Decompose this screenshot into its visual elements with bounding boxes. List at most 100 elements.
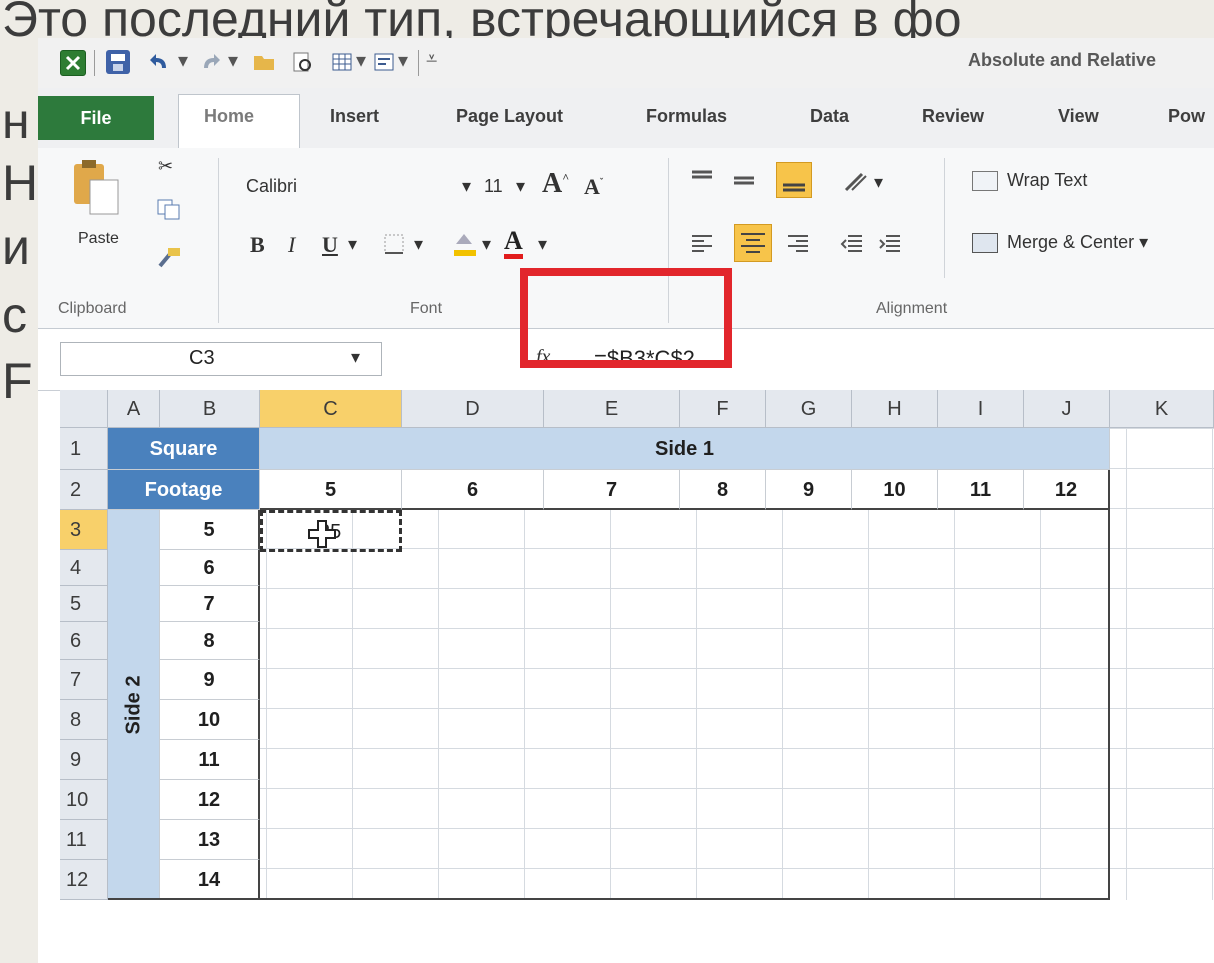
left-value-cell[interactable]: 12 — [160, 780, 260, 820]
left-value-cell[interactable]: 14 — [160, 860, 260, 900]
column-header-j[interactable]: J — [1024, 390, 1110, 428]
row-header-11[interactable]: 11 — [60, 820, 108, 860]
table-icon[interactable] — [330, 50, 354, 74]
paste-button[interactable]: Paste — [68, 158, 128, 258]
top-value-cell[interactable]: 8 — [680, 470, 766, 510]
column-header-h[interactable]: H — [852, 390, 938, 428]
left-value-cell[interactable]: 7 — [160, 586, 260, 622]
redo-dropdown-icon[interactable]: ▾ — [228, 48, 238, 73]
column-header-e[interactable]: E — [544, 390, 680, 428]
bold-button[interactable]: B — [250, 232, 265, 258]
format-painter-icon[interactable] — [156, 246, 182, 275]
fill-color-dropdown-icon[interactable]: ▾ — [482, 234, 491, 255]
font-color-icon[interactable]: A — [504, 228, 523, 259]
top-value-cell[interactable]: 5 — [260, 470, 402, 510]
align-top-icon[interactable] — [688, 168, 716, 197]
print-preview-icon[interactable] — [290, 50, 314, 74]
row-header-1[interactable]: 1 — [60, 428, 108, 470]
column-header-b[interactable]: B — [160, 390, 260, 428]
table-dropdown-icon[interactable]: ▾ — [356, 48, 366, 73]
fill-color-icon[interactable] — [450, 230, 480, 263]
shrink-font-icon[interactable]: Aˇ — [584, 174, 603, 200]
column-header-i[interactable]: I — [938, 390, 1024, 428]
column-header-k[interactable]: K — [1110, 390, 1214, 428]
orientation-icon[interactable] — [842, 170, 874, 199]
font-size-dropdown-icon[interactable]: ▾ — [462, 176, 471, 197]
open-folder-icon[interactable] — [252, 50, 276, 74]
merge-dropdown-icon[interactable]: ▾ — [1139, 232, 1148, 252]
tab-formulas[interactable]: Formulas — [646, 106, 727, 127]
tab-data[interactable]: Data — [810, 106, 849, 127]
footage-label-cell[interactable]: Footage — [108, 470, 260, 510]
left-value-cell[interactable]: 6 — [160, 550, 260, 586]
row-header-8[interactable]: 8 — [60, 700, 108, 740]
tab-file[interactable]: File — [38, 96, 154, 140]
merge-center-button[interactable]: Merge & Center ▾ — [972, 232, 1148, 254]
align-left-icon[interactable] — [688, 230, 716, 263]
column-header-d[interactable]: D — [402, 390, 544, 428]
increase-indent-icon[interactable] — [876, 230, 904, 263]
redo-icon[interactable] — [198, 50, 222, 74]
save-icon[interactable] — [106, 50, 130, 74]
cut-icon[interactable]: ✂ — [158, 156, 173, 177]
row-header-9[interactable]: 9 — [60, 740, 108, 780]
underline-dropdown-icon[interactable]: ▾ — [348, 234, 357, 255]
left-value-cell[interactable]: 5 — [160, 510, 260, 550]
form-dropdown-icon[interactable]: ▾ — [398, 48, 408, 73]
column-header-a[interactable]: A — [108, 390, 160, 428]
left-value-cell[interactable]: 8 — [160, 622, 260, 660]
left-value-cell[interactable]: 11 — [160, 740, 260, 780]
underline-button[interactable]: U — [322, 232, 338, 258]
top-value-cell[interactable]: 12 — [1024, 470, 1110, 510]
side1-header-cell[interactable]: Side 1 — [260, 428, 1110, 470]
font-size-select[interactable]: 11 — [484, 176, 503, 197]
wrap-text-button[interactable]: Wrap Text — [972, 170, 1087, 192]
column-header-f[interactable]: F — [680, 390, 766, 428]
copy-icon[interactable] — [156, 198, 182, 225]
tab-page-layout[interactable]: Page Layout — [456, 106, 563, 127]
name-box[interactable]: C3 ▾ — [60, 342, 382, 376]
undo-dropdown-icon[interactable]: ▾ — [178, 48, 188, 73]
top-value-cell[interactable]: 11 — [938, 470, 1024, 510]
select-all-corner[interactable] — [60, 390, 108, 428]
decrease-indent-icon[interactable] — [838, 230, 866, 263]
name-box-dropdown-icon[interactable]: ▾ — [351, 347, 360, 368]
row-header-6[interactable]: 6 — [60, 622, 108, 660]
align-right-icon[interactable] — [784, 230, 812, 263]
tab-insert[interactable]: Insert — [330, 106, 379, 127]
column-header-c[interactable]: C — [260, 390, 402, 428]
grow-font-icon[interactable]: A^ — [542, 168, 569, 200]
square-label-cell[interactable]: Square — [108, 428, 260, 470]
top-value-cell[interactable]: 10 — [852, 470, 938, 510]
row-header-3[interactable]: 3 — [60, 510, 108, 550]
left-value-cell[interactable]: 13 — [160, 820, 260, 860]
row-header-12[interactable]: 12 — [60, 860, 108, 900]
left-value-cell[interactable]: 9 — [160, 660, 260, 700]
top-value-cell[interactable]: 7 — [544, 470, 680, 510]
tab-view[interactable]: View — [1058, 106, 1099, 127]
font-name-select[interactable]: Calibri — [246, 176, 297, 197]
form-icon[interactable] — [372, 50, 396, 74]
italic-button[interactable]: I — [288, 232, 295, 258]
side2-header-cell[interactable]: Side 2 — [108, 510, 160, 900]
borders-icon[interactable] — [382, 232, 408, 261]
row-header-7[interactable]: 7 — [60, 660, 108, 700]
align-center-icon[interactable] — [734, 224, 772, 262]
align-middle-icon[interactable] — [730, 168, 758, 197]
column-header-g[interactable]: G — [766, 390, 852, 428]
selected-cell-c3[interactable]: 25 — [260, 510, 402, 552]
tab-home-label[interactable]: Home — [204, 106, 254, 127]
borders-dropdown-icon[interactable]: ▾ — [414, 234, 423, 255]
row-header-10[interactable]: 10 — [60, 780, 108, 820]
tab-power[interactable]: Pow — [1168, 106, 1205, 127]
align-bottom-icon[interactable] — [776, 162, 812, 198]
tab-review[interactable]: Review — [922, 106, 984, 127]
top-value-cell[interactable]: 9 — [766, 470, 852, 510]
font-size-dropdown-icon-2[interactable]: ▾ — [516, 176, 525, 197]
undo-icon[interactable] — [148, 50, 172, 74]
row-header-4[interactable]: 4 — [60, 550, 108, 586]
left-value-cell[interactable]: 10 — [160, 700, 260, 740]
customize-toolbar-icon[interactable]: ⩡ — [426, 48, 437, 71]
row-header-2[interactable]: 2 — [60, 470, 108, 510]
row-header-5[interactable]: 5 — [60, 586, 108, 622]
